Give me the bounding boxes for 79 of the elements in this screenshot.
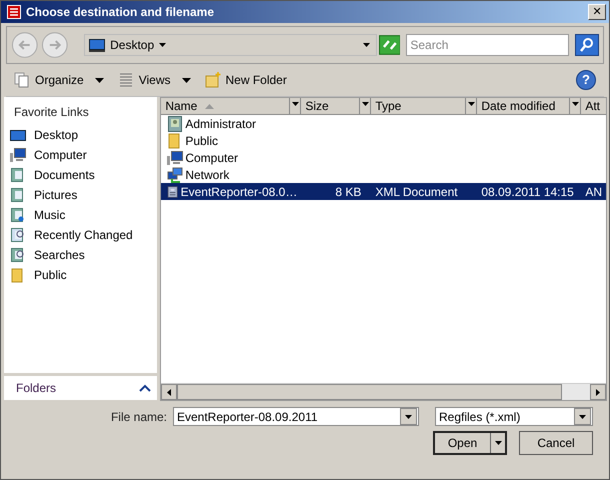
sort-arrow-icon (205, 104, 214, 108)
network-icon (167, 166, 184, 182)
sidebar-item[interactable]: Computer (4, 145, 158, 165)
file-name-label: File name: (110, 410, 167, 424)
search-button[interactable] (575, 34, 599, 56)
file-name: EventReporter-08.0… (180, 184, 298, 198)
sidebar-item[interactable]: Pictures (4, 185, 158, 205)
documents-icon (10, 167, 26, 183)
search-icon (579, 37, 596, 53)
toolbar-button[interactable]: Organize (14, 72, 104, 88)
folders-toggle[interactable]: Folders (4, 376, 158, 400)
sidebar-item[interactable]: Documents (4, 165, 158, 185)
caret-icon[interactable] (362, 102, 369, 106)
column-header[interactable]: Size (301, 98, 372, 114)
caret-icon[interactable] (468, 102, 475, 106)
desktop-icon (10, 127, 26, 143)
cancel-button[interactable]: Cancel (519, 431, 593, 455)
caret-icon[interactable] (94, 78, 104, 82)
sidebar-item[interactable]: Searches (4, 245, 158, 265)
caret-icon[interactable] (182, 78, 190, 82)
document-icon (167, 184, 179, 200)
sidebar-item[interactable]: Music (4, 205, 158, 225)
file-row[interactable]: Administrator (161, 115, 606, 132)
file-row[interactable]: Network (161, 166, 606, 183)
pictures-icon (10, 187, 26, 203)
right-arrow-icon[interactable] (596, 388, 600, 396)
file-row[interactable]: Public (161, 132, 606, 149)
desktop-icon (89, 38, 106, 52)
size-cell-text: 8 KB (334, 184, 362, 198)
new-folder-icon (204, 72, 220, 88)
sidebar-item[interactable]: Public (4, 265, 158, 285)
list-view-icon (118, 72, 134, 88)
caret-icon[interactable] (405, 414, 412, 418)
caret-icon[interactable] (572, 102, 579, 106)
address-text: Desktop (110, 38, 154, 52)
scroll-thumb[interactable] (177, 384, 562, 400)
caret-icon[interactable] (579, 414, 586, 418)
close-button[interactable]: ✕ (588, 4, 606, 20)
file-name-field[interactable]: EventReporter-08.09.2011 (173, 407, 419, 426)
search-field[interactable]: Search (406, 34, 570, 56)
type-cell-text: XML Document (374, 184, 459, 198)
sidebar-item[interactable]: Recently Changed (4, 225, 158, 245)
file-name: Network (185, 168, 230, 182)
file-name: Computer (185, 150, 238, 164)
attributes-cell-text: AN (584, 184, 603, 198)
file-row[interactable]: EventReporter-08.0… 8 KB XML Document 08.09.2011 14:15 AN (161, 183, 606, 200)
caret-icon (494, 441, 502, 445)
sidebar-item[interactable]: Desktop (4, 125, 158, 145)
music-icon (10, 207, 26, 223)
user-folder-icon (167, 116, 184, 132)
toolbar-button[interactable]: New Folder (204, 72, 287, 88)
help-button[interactable]: ? (576, 70, 596, 90)
caret-icon[interactable] (362, 43, 370, 47)
file-type-dropdown[interactable]: Regfiles (*.xml) (435, 407, 593, 426)
file-name: Administrator (185, 116, 256, 130)
recent-items-icon (10, 227, 26, 243)
app-icon (7, 5, 21, 19)
column-header[interactable]: Att (581, 98, 606, 114)
date-cell-text: 08.09.2011 14:15 (480, 184, 575, 198)
column-header[interactable]: Date modified (477, 98, 582, 114)
computer-icon (167, 150, 184, 166)
column-header[interactable]: Name (161, 98, 302, 114)
file-name: Public (185, 134, 218, 148)
pages-icon (14, 72, 30, 88)
window-title: Choose destination and filename (26, 5, 216, 19)
computer-icon (10, 147, 26, 163)
open-button[interactable]: Open (433, 431, 507, 455)
file-row[interactable]: Computer (161, 149, 606, 166)
section-heading: Favorite Links (13, 105, 90, 121)
search-folder-icon (10, 247, 26, 263)
refresh-icon[interactable] (378, 35, 400, 55)
toolbar-button[interactable]: Views (118, 72, 190, 88)
address-field[interactable]: Desktop (84, 34, 377, 56)
horizontal-scrollbar[interactable] (161, 383, 606, 400)
column-header[interactable]: Type (371, 98, 478, 114)
caret-icon[interactable] (292, 102, 299, 106)
left-arrow-icon[interactable] (167, 388, 172, 396)
chevron-up-icon (139, 384, 152, 392)
caret-icon[interactable] (159, 43, 166, 47)
